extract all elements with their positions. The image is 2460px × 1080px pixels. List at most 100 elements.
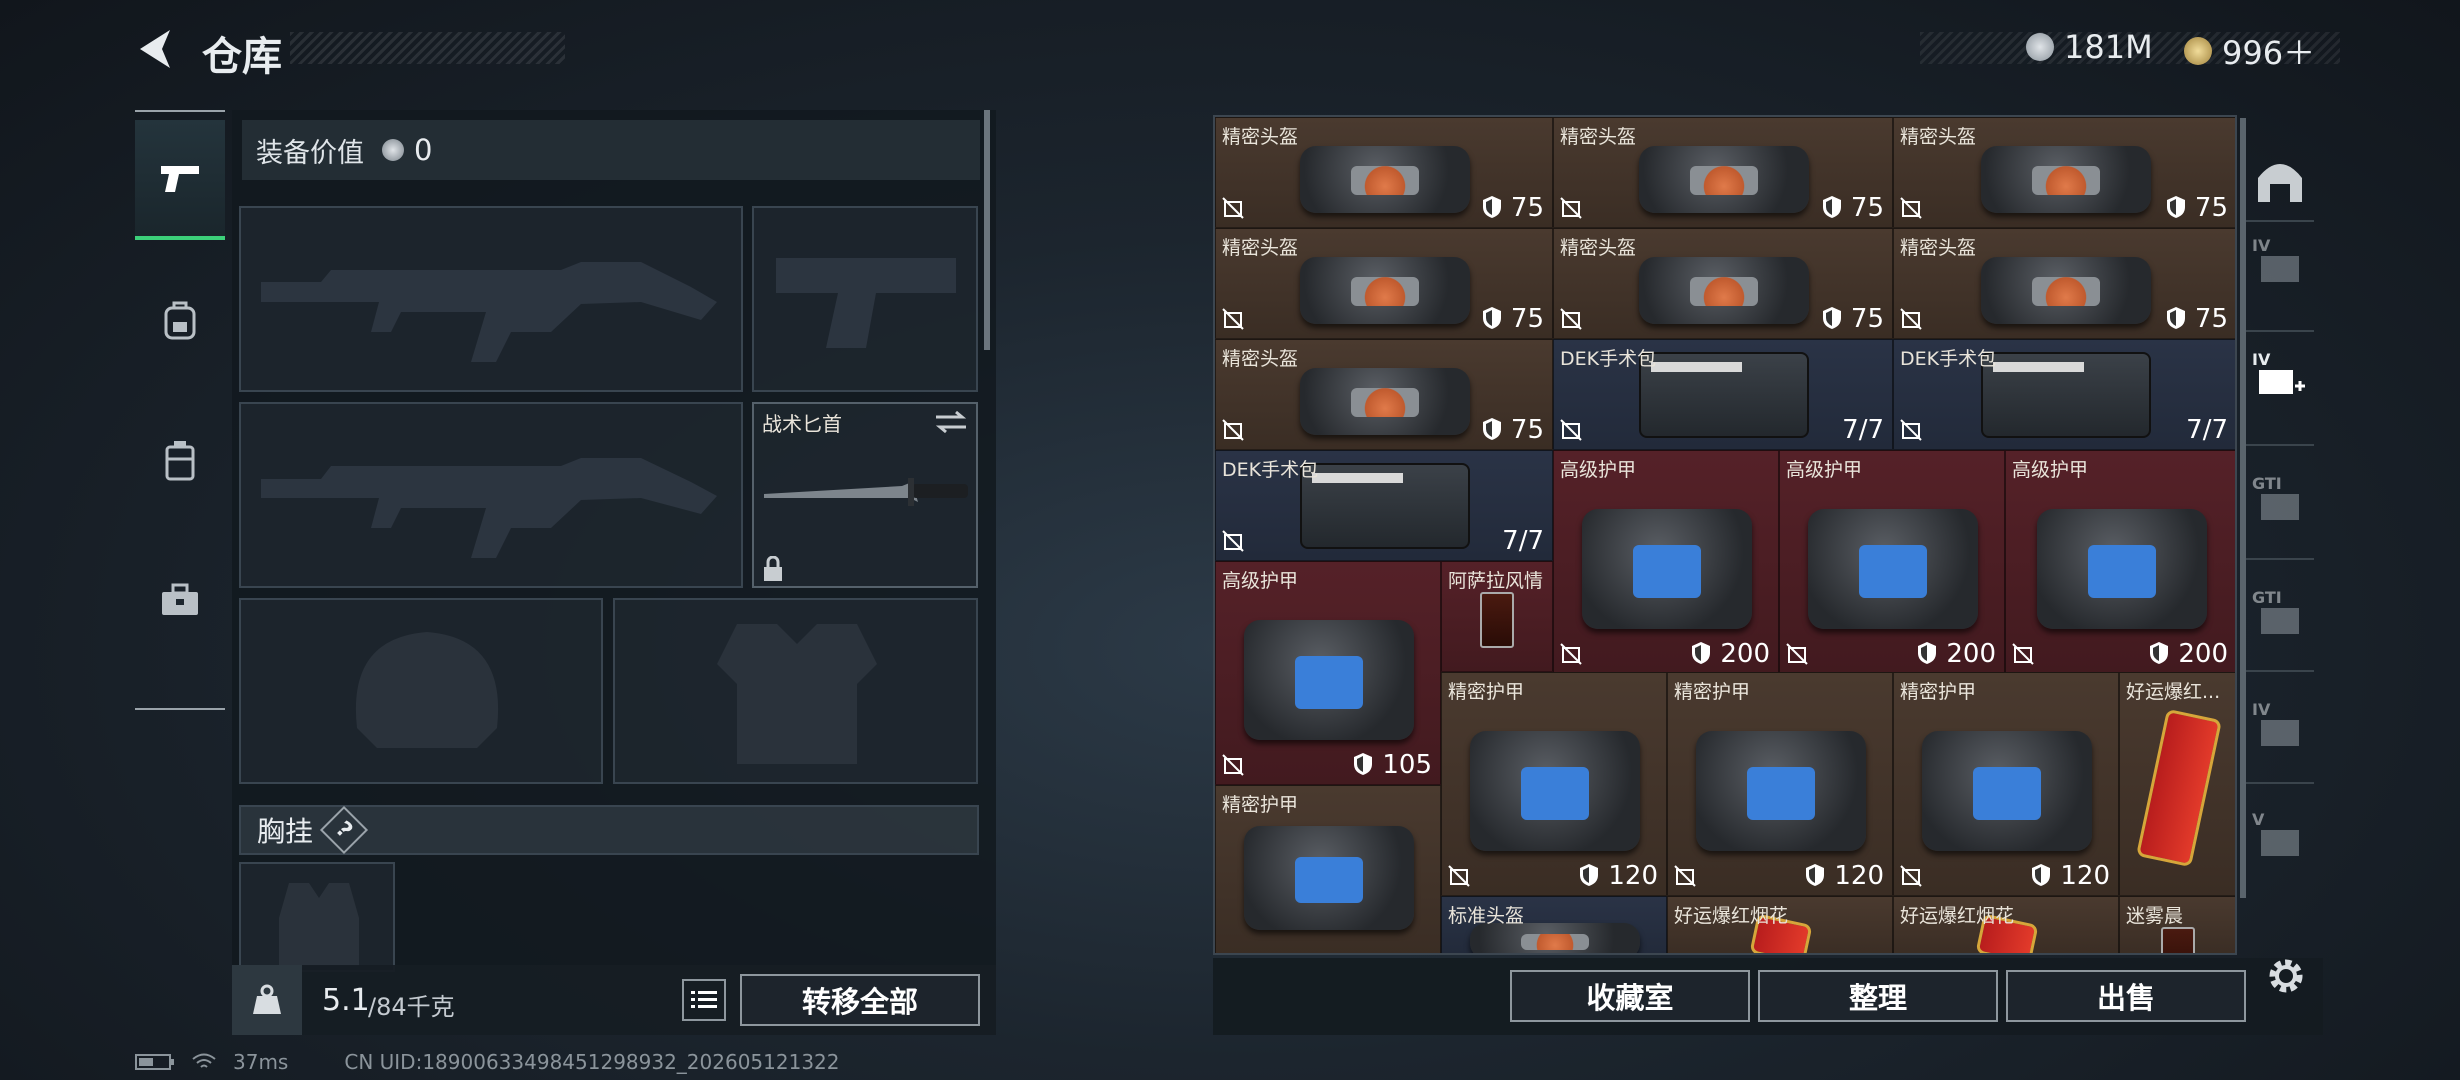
shield-icon <box>1483 307 1501 329</box>
chest-rig-slot[interactable] <box>239 862 395 972</box>
inventory-item[interactable]: 迷雾晨 <box>2119 896 2235 953</box>
item-value: 75 <box>1510 193 1544 223</box>
storage-tab-5[interactable]: IV <box>2252 700 2308 760</box>
item-name: 精密头盔 <box>1222 348 1299 370</box>
wifi-icon <box>192 1053 216 1068</box>
nav-backpack[interactable] <box>135 260 225 380</box>
inventory-item[interactable]: 高级护甲 200 <box>2005 450 2235 674</box>
settings-button[interactable] <box>2262 952 2310 1000</box>
item-value: 75 <box>1850 193 1884 223</box>
inventory-item[interactable]: DEK手术包 7/7 <box>1893 339 2235 450</box>
inventory-item[interactable]: 精密护甲 120 <box>1667 672 1893 896</box>
inventory-item[interactable]: 精密头盔 75 <box>1893 117 2235 228</box>
toolbox-icon <box>162 583 198 615</box>
inventory-item[interactable]: 高级护甲 200 <box>1779 450 2005 674</box>
transfer-all-button[interactable]: 转移全部 <box>740 974 980 1026</box>
inventory-item[interactable]: 精密头盔 75 <box>1215 117 1553 228</box>
helmet-slot[interactable] <box>239 598 603 784</box>
inventory-item[interactable]: 高级护甲 200 <box>1553 450 1779 674</box>
nav-weapons[interactable] <box>135 120 225 240</box>
shield-icon <box>2167 307 2185 329</box>
inventory-item[interactable]: 精密头盔 75 <box>1215 339 1553 450</box>
storage-tab-4-label: GTI <box>2252 588 2282 607</box>
shield-icon <box>2167 196 2185 218</box>
storage-tab-2[interactable]: IV <box>2252 350 2308 410</box>
item-name: 精密头盔 <box>1222 237 1299 259</box>
back-button[interactable] <box>132 26 180 72</box>
shield-icon <box>1823 196 1841 218</box>
currency-gold[interactable]: 996＋ <box>2184 28 2315 74</box>
inventory-item[interactable]: 好运爆红烟花 <box>1893 896 2119 953</box>
nav-toolbox[interactable] <box>135 540 225 660</box>
inventory-item[interactable]: 标准头盔 <box>1441 896 1667 953</box>
storage-tab-3[interactable]: GTI <box>2252 474 2308 534</box>
item-face <box>1973 767 2041 820</box>
item-value: 200 <box>1720 639 1770 669</box>
item-name: 精密护甲 <box>1448 681 1525 703</box>
storage-tab-1[interactable]: IV <box>2252 236 2308 296</box>
item-value: 75 <box>2194 193 2228 223</box>
armor-bag-icon <box>1696 731 1866 851</box>
inventory-item[interactable]: 精密头盔 75 <box>1553 228 1893 339</box>
sort-button[interactable]: 整理 <box>1758 970 1998 1022</box>
pistol-silhouette-icon <box>776 258 956 348</box>
no-trade-icon <box>1560 197 1582 219</box>
secondary-weapon-slot[interactable] <box>239 402 743 588</box>
no-trade-icon <box>1222 419 1244 441</box>
item-value: 75 <box>2194 304 2228 334</box>
help-icon[interactable]: ? <box>319 805 369 855</box>
storage-tab-4[interactable]: GTI <box>2252 588 2308 648</box>
sell-button[interactable]: 出售 <box>2006 970 2246 1022</box>
inventory-item[interactable]: DEK手术包 7/7 <box>1553 339 1893 450</box>
currency-silver[interactable]: 181M <box>2026 28 2153 66</box>
inventory-item[interactable]: DEK手术包 7/7 <box>1215 450 1553 561</box>
knife-name: 战术匕首 <box>762 412 842 436</box>
item-face <box>1351 277 1419 307</box>
helmet-bag-icon <box>1639 257 1809 324</box>
primary-weapon-slot[interactable] <box>239 206 743 392</box>
storage-tab-6-label: V <box>2252 810 2265 829</box>
chest-rig-header[interactable]: 胸挂 ? <box>239 805 979 855</box>
inventory-item[interactable]: 好运爆红... <box>2119 672 2235 896</box>
nav-container[interactable] <box>135 400 225 520</box>
shield-icon <box>2032 864 2050 886</box>
inventory-item[interactable]: 精密头盔 75 <box>1893 228 2235 339</box>
inventory-item[interactable]: 精密护甲 120 <box>1893 672 2119 896</box>
melee-slot[interactable]: 战术匕首 <box>752 402 978 588</box>
item-name: 精密护甲 <box>1674 681 1751 703</box>
collection-room-button[interactable]: 收藏室 <box>1510 970 1750 1022</box>
storage-tab-2-label: IV <box>2252 350 2271 369</box>
list-view-button[interactable] <box>682 979 726 1021</box>
item-name: 高级护甲 <box>1560 459 1637 481</box>
item-face <box>1690 166 1758 196</box>
inventory-item[interactable]: 精密护甲 120 <box>1441 672 1667 896</box>
no-trade-icon <box>1560 308 1582 330</box>
inventory-item[interactable]: 阿萨拉风情 <box>1441 561 1553 672</box>
equipment-value-amount: 0 <box>414 133 433 167</box>
item-face <box>1521 933 1589 950</box>
firework-icon <box>2136 708 2222 868</box>
swap-icon[interactable] <box>934 410 968 434</box>
inventory-item[interactable]: 高级护甲 105 <box>1215 561 1441 785</box>
first-aid-kit-icon <box>1981 352 2151 438</box>
armor-slot[interactable] <box>613 598 978 784</box>
item-name: 精密头盔 <box>1900 237 1977 259</box>
storage-tab-6[interactable]: V <box>2252 810 2308 870</box>
inventory-item[interactable]: 精密头盔 75 <box>1215 228 1553 339</box>
loadout-scrollbar[interactable] <box>984 110 990 350</box>
inventory-item[interactable]: 精密护甲 <box>1215 785 1441 953</box>
shield-icon <box>1354 753 1372 775</box>
storage-home-button[interactable] <box>2252 150 2308 210</box>
rifle2-silhouette-icon <box>261 458 717 558</box>
right-storage-nav: IV IV GTI GTI IV V <box>2240 110 2320 890</box>
shield-icon <box>2150 642 2168 664</box>
item-face <box>1690 277 1758 307</box>
sidearm-slot[interactable] <box>752 206 978 392</box>
shield-icon <box>1692 642 1710 664</box>
inventory-item[interactable]: 精密头盔 75 <box>1553 117 1893 228</box>
inventory-item[interactable]: 好运爆红烟花 <box>1667 896 1893 953</box>
item-value: 7/7 <box>2186 415 2228 445</box>
helmet-bag-icon <box>1300 257 1470 324</box>
drink-icon <box>1480 592 1514 648</box>
item-value: 200 <box>1946 639 1996 669</box>
